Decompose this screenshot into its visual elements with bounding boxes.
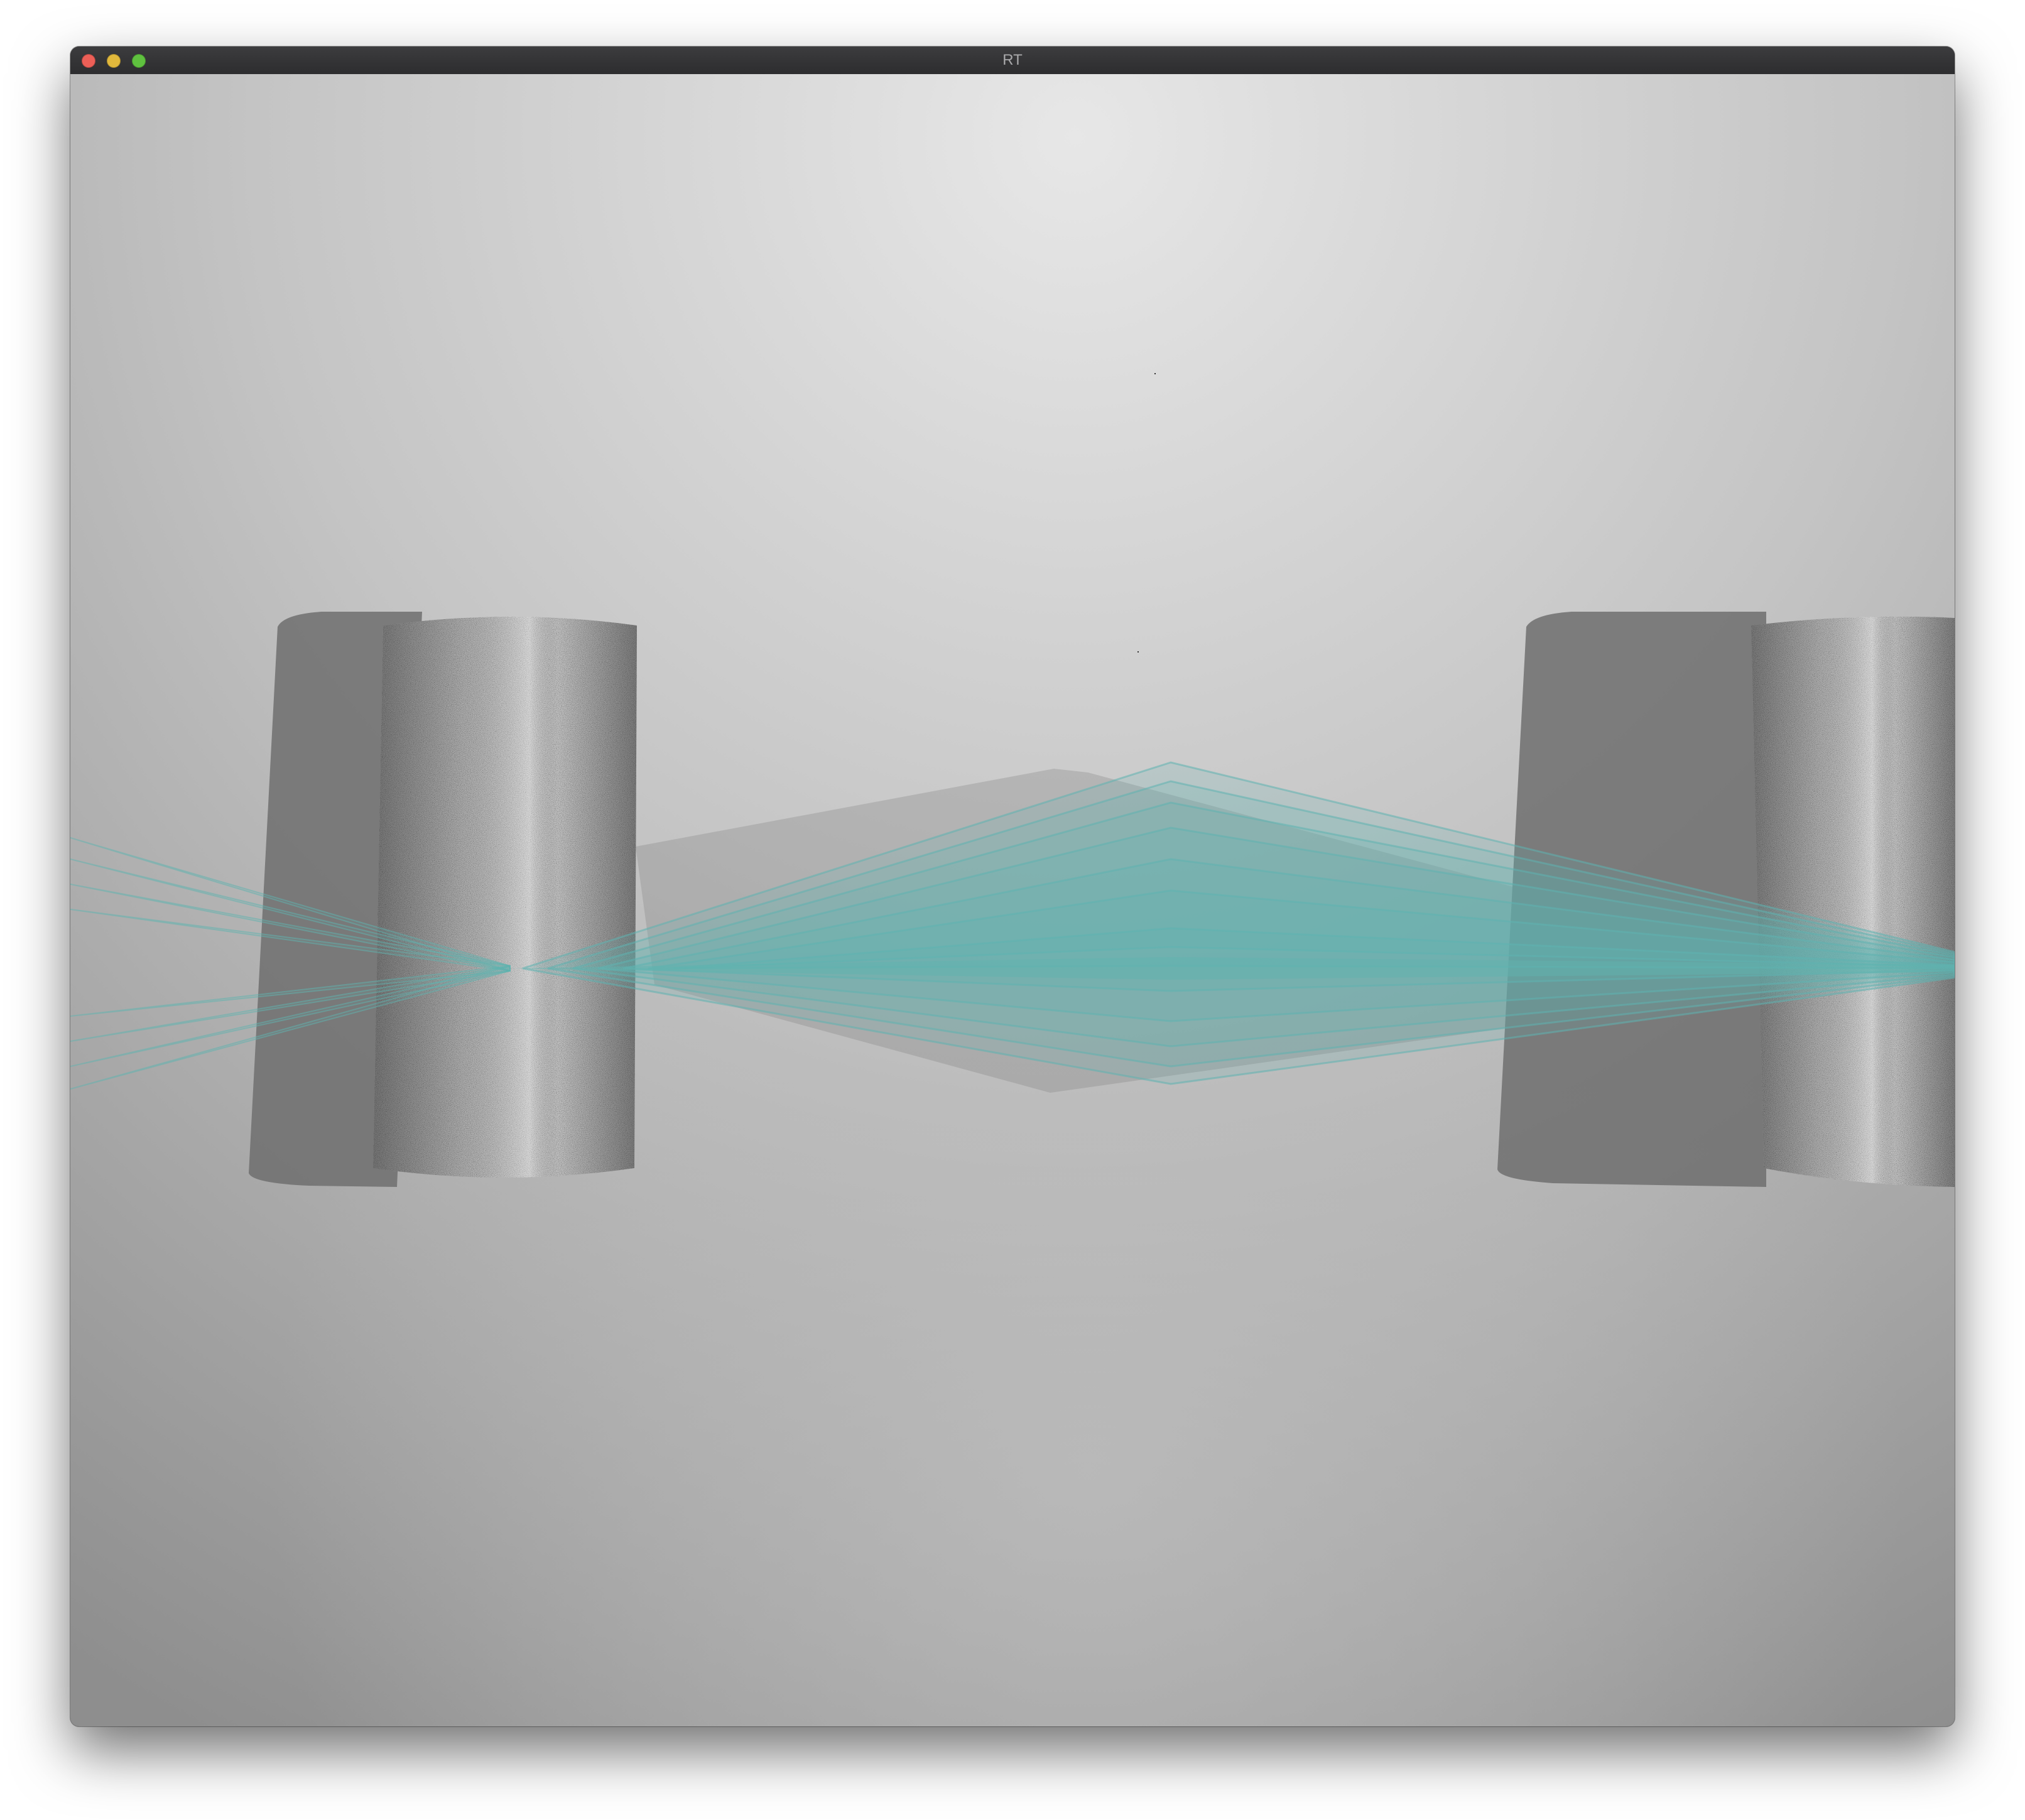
app-window: RT — [70, 46, 1955, 1726]
pixel-speck — [1154, 373, 1156, 374]
render-viewport[interactable] — [70, 74, 1955, 1726]
rendered-scene — [70, 74, 1955, 1726]
left-cylinder — [373, 617, 637, 1178]
pixel-speck — [1137, 651, 1139, 653]
right-cylinder — [1751, 616, 1955, 1187]
title-bar[interactable]: RT — [70, 46, 1955, 75]
window-title: RT — [1002, 51, 1023, 68]
